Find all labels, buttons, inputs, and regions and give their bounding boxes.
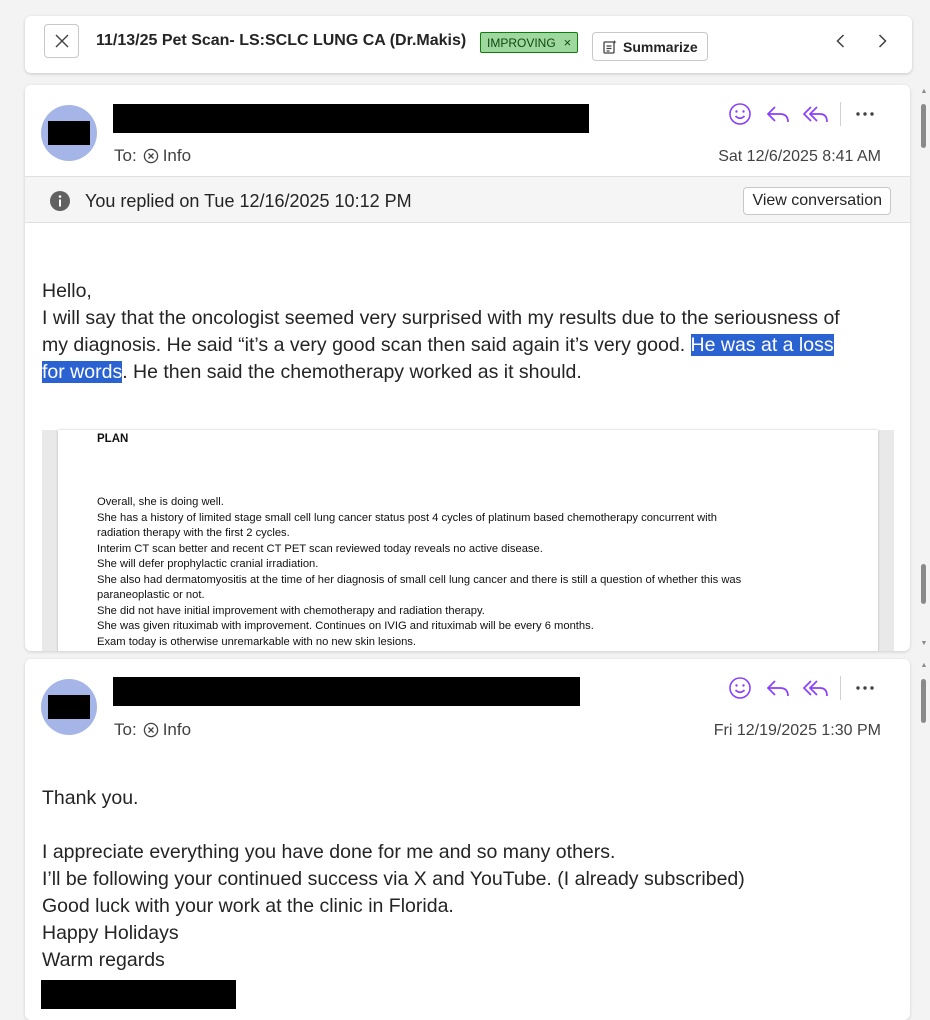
chevron-right-icon — [878, 34, 887, 48]
emoji-button[interactable] — [721, 99, 759, 129]
avatar[interactable] — [41, 679, 97, 735]
body-line: Hello, — [42, 280, 92, 302]
body-line — [42, 812, 890, 839]
more-icon — [856, 112, 874, 116]
emoji-button[interactable] — [721, 673, 759, 703]
scroll-up-icon[interactable]: ▲ — [920, 662, 928, 670]
scroll-thumb[interactable] — [921, 104, 926, 148]
document-line: She was given rituximab with improvement… — [97, 620, 594, 632]
body-line: my diagnosis. He said “it’s a very good … — [42, 332, 890, 359]
action-divider — [840, 676, 841, 700]
document-heading: PLAN — [97, 433, 129, 445]
more-actions-button[interactable] — [846, 673, 884, 703]
message-card-1: To: Info Sat 12/6/2025 8:41 AM You repli… — [25, 85, 910, 651]
body-line: for words. He then said the chemotherapy… — [42, 359, 890, 386]
reply-all-button[interactable] — [797, 99, 835, 129]
body-text: my diagnosis. He said “it’s a very good … — [42, 334, 691, 356]
message1-scrollbar[interactable]: ▲ ▼ — [920, 88, 928, 650]
body-line: Thank you. — [42, 787, 139, 809]
document-line: Interim CT scan better and recent CT PET… — [97, 542, 543, 555]
recipient-chip[interactable]: Info — [143, 720, 191, 740]
next-button[interactable] — [869, 28, 895, 54]
body-line: I will say that the oncologist seemed ve… — [42, 307, 840, 329]
previous-button[interactable] — [828, 28, 854, 54]
message-date: Fri 12/19/2025 1:30 PM — [713, 722, 881, 739]
message-body: Thank you. I appreciate everything you h… — [42, 785, 890, 974]
scroll-down-icon[interactable]: ▼ — [920, 640, 928, 648]
chevron-left-icon — [836, 34, 845, 48]
document-lines: Overall, she is doing well. She has a hi… — [97, 495, 741, 650]
to-label: To: — [114, 720, 137, 739]
document-line: She also had dermatomyositis at the time… — [97, 573, 742, 586]
body-line: Good luck with your work at the clinic i… — [42, 895, 454, 917]
avatar-redaction — [48, 121, 90, 145]
to-label: To: — [114, 146, 137, 165]
signature-redaction — [41, 980, 236, 1009]
document-page: PLAN Overall, she is doing well. She has… — [58, 430, 878, 651]
message-date: Sat 12/6/2025 8:41 AM — [718, 148, 881, 165]
remove-recipient-icon[interactable] — [143, 722, 159, 738]
conversation-subject: 11/13/25 Pet Scan- LS:SCLC LUNG CA (Dr.M… — [96, 32, 467, 49]
close-button[interactable] — [44, 24, 79, 58]
more-icon — [856, 686, 874, 690]
conversation-header: 11/13/25 Pet Scan- LS:SCLC LUNG CA (Dr.M… — [25, 16, 912, 73]
message-actions — [721, 99, 884, 129]
document-line: Overall, she is doing well. — [97, 496, 224, 508]
recipient-name: Info — [162, 146, 192, 165]
info-icon — [50, 191, 70, 211]
summarize-icon — [603, 39, 617, 54]
reply-all-icon — [802, 106, 828, 123]
summarize-label: Summarize — [623, 38, 698, 55]
document-line: She did not have initial improvement wit… — [97, 604, 485, 617]
reply-all-button[interactable] — [797, 673, 835, 703]
reply-button[interactable] — [759, 99, 797, 129]
document-line: Exam today is otherwise unremarkable wit… — [97, 635, 416, 648]
avatar[interactable] — [41, 105, 97, 161]
category-tag[interactable]: IMPROVING × — [480, 32, 579, 53]
remove-recipient-icon[interactable] — [143, 148, 159, 164]
sender-redaction — [113, 677, 580, 706]
action-divider — [840, 102, 841, 126]
emoji-icon — [729, 677, 751, 699]
message-body: Hello, I will say that the oncologist se… — [42, 278, 890, 386]
recipient-name: Info — [162, 720, 192, 739]
scroll-up-icon[interactable]: ▲ — [920, 88, 928, 96]
replied-infobar: You replied on Tue 12/16/2025 10:12 PM V… — [25, 176, 910, 223]
tag-remove-icon[interactable]: × — [564, 35, 572, 50]
document-line: She has a history of limited stage small… — [97, 511, 717, 524]
reply-all-icon — [802, 680, 828, 697]
document-line: radiation therapy with the first 2 cycle… — [97, 527, 290, 539]
reply-icon — [766, 106, 789, 123]
emoji-icon — [729, 103, 751, 125]
sender-redaction — [113, 104, 589, 133]
body-line: I appreciate everything you have done fo… — [42, 841, 616, 863]
scroll-thumb[interactable] — [921, 564, 926, 604]
document-line: paraneoplastic or not. — [97, 589, 205, 601]
message2-scrollbar[interactable]: ▲ — [920, 662, 928, 1020]
more-actions-button[interactable] — [846, 99, 884, 129]
body-line: I’ll be following your continued success… — [42, 868, 745, 890]
tag-label: IMPROVING — [487, 35, 556, 50]
attachment-image: PLAN Overall, she is doing well. She has… — [42, 430, 894, 651]
message-actions — [721, 673, 884, 703]
to-line: To: Info — [114, 720, 191, 740]
avatar-redaction — [48, 695, 90, 719]
replied-text: You replied on Tue 12/16/2025 10:12 PM — [85, 191, 412, 211]
close-icon — [55, 34, 68, 48]
body-text: . He then said the chemotherapy worked a… — [122, 361, 582, 383]
highlighted-text: for words — [42, 361, 123, 383]
to-line: To: Info — [114, 146, 191, 166]
body-line: Warm regards — [42, 949, 165, 971]
reply-icon — [766, 680, 789, 697]
reply-button[interactable] — [759, 673, 797, 703]
document-line: She will defer prophylactic cranial irra… — [97, 558, 319, 570]
body-line: Happy Holidays — [42, 922, 179, 944]
recipient-chip[interactable]: Info — [143, 146, 191, 166]
summarize-button[interactable]: Summarize — [592, 32, 708, 61]
highlighted-text: He was at a loss — [690, 334, 834, 356]
scroll-thumb[interactable] — [921, 679, 926, 723]
message-card-2: To: Info Fri 12/19/2025 1:30 PM Thank yo… — [25, 659, 910, 1020]
view-conversation-button[interactable]: View conversation — [743, 187, 891, 215]
